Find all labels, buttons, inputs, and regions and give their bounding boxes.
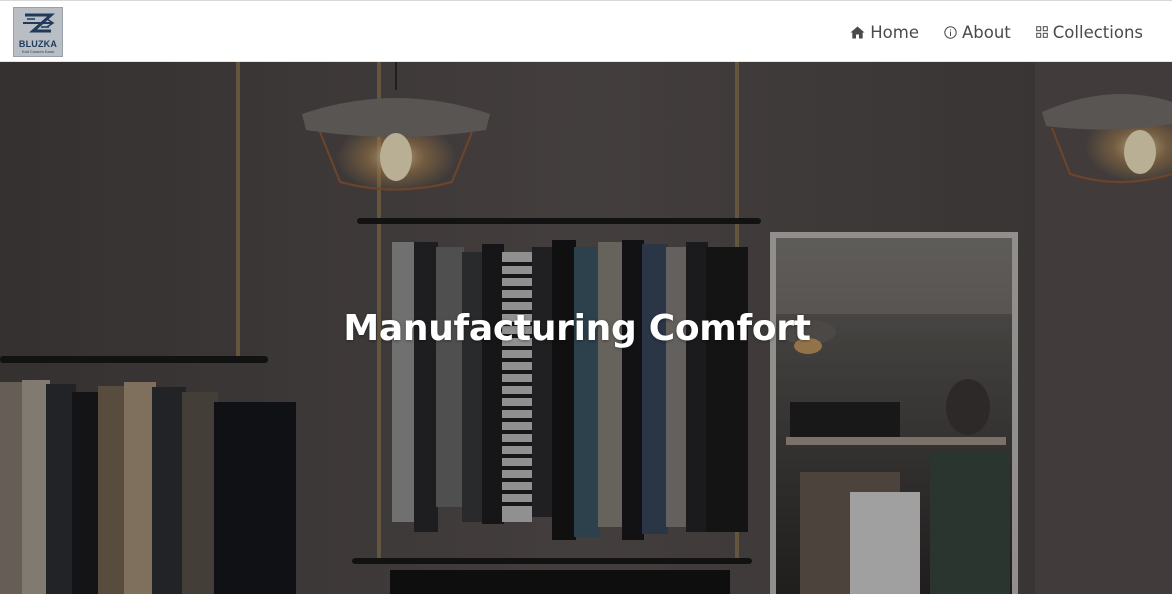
navbar: BLUZKA Knit Custom Kaos Home About Colle… bbox=[0, 0, 1172, 62]
nav-item-about[interactable]: About bbox=[944, 23, 1011, 42]
brand-tagline: Knit Custom Kaos bbox=[21, 49, 54, 54]
main-nav: Home About Collections bbox=[850, 1, 1143, 63]
hero-title: Manufacturing Comfort bbox=[343, 308, 811, 349]
nav-item-collections[interactable]: Collections bbox=[1035, 22, 1143, 42]
nav-item-home[interactable]: Home bbox=[850, 23, 919, 42]
hero-section: Manufacturing Comfort bbox=[0, 62, 1172, 594]
nav-item-label: Collections bbox=[1052, 22, 1143, 42]
info-icon bbox=[944, 25, 957, 39]
nav-item-label: About bbox=[961, 22, 1011, 42]
brand-name: BLUZKA bbox=[18, 39, 58, 49]
grid-icon bbox=[1035, 26, 1048, 38]
home-icon bbox=[850, 26, 865, 39]
brand-logo-mark-icon bbox=[23, 13, 55, 33]
nav-item-label: Home bbox=[870, 22, 919, 42]
brand-logo[interactable]: BLUZKA Knit Custom Kaos bbox=[13, 7, 63, 57]
